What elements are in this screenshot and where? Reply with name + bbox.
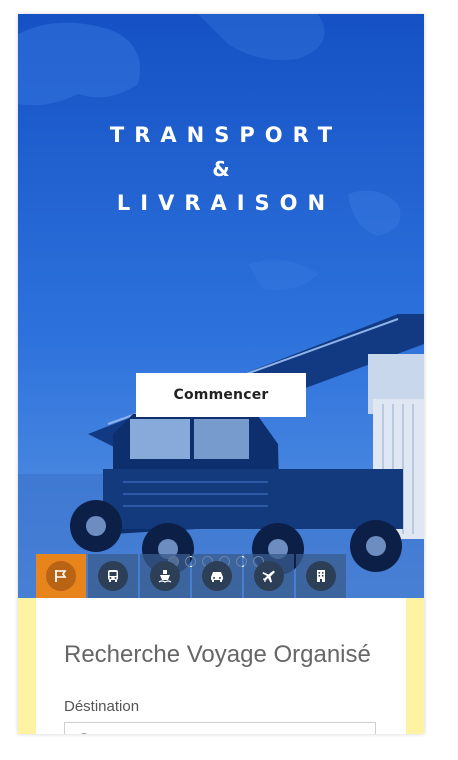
flag-icon	[46, 561, 76, 591]
tab-flight[interactable]	[244, 554, 294, 598]
bus-icon	[98, 561, 128, 591]
hero-slider: TRANSPORT & LIVRAISON Commencer	[18, 14, 424, 598]
hero-background-image	[18, 14, 424, 598]
plane-icon	[254, 561, 284, 591]
destination-label: Déstination	[64, 698, 140, 715]
destination-input[interactable]	[97, 723, 371, 734]
car-icon	[202, 561, 232, 591]
search-panel-title: Recherche Voyage Organisé	[64, 641, 371, 668]
hero-title-ampersand: &	[212, 157, 230, 181]
tab-organized-trip[interactable]	[36, 554, 86, 598]
tab-hotel[interactable]	[296, 554, 346, 598]
hero-title-line-1: TRANSPORT	[109, 123, 343, 147]
search-panel: Recherche Voyage Organisé Déstination	[36, 598, 406, 734]
tab-ship[interactable]	[140, 554, 190, 598]
tab-car[interactable]	[192, 554, 242, 598]
hero-title-line-2: LIVRAISON	[116, 191, 336, 215]
category-tabs	[36, 554, 346, 598]
ship-icon	[150, 561, 180, 591]
tab-bus[interactable]	[88, 554, 138, 598]
app-frame: TRANSPORT & LIVRAISON Commencer Recherch…	[18, 14, 424, 734]
hotel-icon	[306, 561, 336, 591]
destination-field	[64, 722, 376, 734]
start-button[interactable]: Commencer	[136, 373, 306, 417]
map-marker-icon	[80, 733, 88, 734]
